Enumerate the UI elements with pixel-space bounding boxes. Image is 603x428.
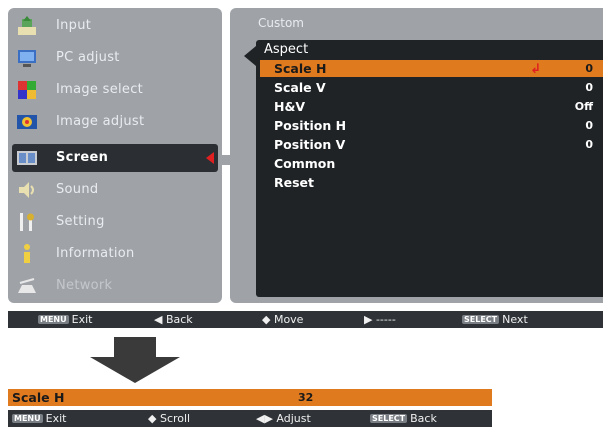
submenu-list: Aspect Scale H ↲ 0 Scale V 0 H&V Off Pos…	[244, 40, 603, 297]
menu-item-image-select[interactable]: Image select	[12, 76, 218, 104]
option-label: Position V	[274, 137, 346, 152]
adjust-label: Scale H	[12, 390, 65, 405]
menu-key-icon: MENU	[12, 414, 43, 423]
menu-item-label: Image select	[56, 82, 144, 97]
option-scale-v[interactable]: Scale V 0	[260, 79, 603, 96]
option-label: Position H	[274, 118, 347, 133]
menu-item-label: Information	[56, 246, 135, 261]
enter-arrow-icon: ↲	[530, 62, 541, 77]
option-h-and-v[interactable]: H&V Off	[260, 98, 603, 115]
information-icon	[24, 244, 30, 263]
projector-osd-menu: Input PC adjust Image select Image adjus…	[8, 8, 603, 328]
menu-item-image-adjust[interactable]: Image adjust	[12, 108, 218, 136]
sound-icon	[19, 182, 34, 198]
guide-exit: MENU Exit	[38, 313, 93, 326]
menu-item-label: Sound	[56, 182, 99, 197]
down-arrow-icon	[90, 337, 180, 383]
guide-next-arrow: ▶ -----	[364, 313, 396, 326]
menu-key-icon: MENU	[38, 315, 69, 324]
image-adjust-icon	[17, 115, 37, 129]
option-common[interactable]: Common	[260, 155, 603, 172]
submenu-title: Custom	[258, 16, 304, 30]
option-value: 0	[585, 81, 593, 94]
select-key-icon: SELECT	[462, 315, 500, 324]
menu-item-label: Network	[56, 278, 113, 293]
menu-item-label: PC adjust	[56, 50, 120, 65]
menu-item-sound[interactable]: Sound	[12, 176, 218, 204]
adjust-key-guide-bar: MENU Exit ◆ Scroll ◀▶ Adjust SELECT Back	[8, 410, 492, 427]
option-label: H&V	[274, 99, 306, 114]
menu-item-network[interactable]: Network	[12, 272, 218, 300]
network-icon	[18, 278, 36, 293]
option-reset[interactable]: Reset	[260, 174, 603, 191]
menu-item-label: Input	[56, 18, 92, 33]
menu-item-label: Image adjust	[56, 114, 145, 129]
submenu-panel: Custom Aspect Scale H ↲ 0 Scale V 0 H&V …	[230, 8, 603, 303]
selection-arrow-icon	[206, 152, 214, 164]
scale-h-adjust-bar[interactable]: Scale H 32	[8, 389, 492, 406]
menu-item-setting[interactable]: Setting	[12, 208, 218, 236]
option-label: Scale V	[274, 80, 326, 95]
guide-adjust: ◀▶ Adjust	[256, 412, 311, 425]
adjust-value: 32	[298, 391, 314, 404]
option-label: Common	[274, 156, 336, 171]
setting-icon	[20, 213, 34, 231]
option-position-h[interactable]: Position H 0	[260, 117, 603, 134]
guide-exit: MENU Exit	[12, 412, 67, 425]
option-value: 0	[585, 62, 593, 75]
tab-notch	[244, 46, 256, 66]
menu-item-input[interactable]: Input	[12, 12, 218, 40]
section-title: Aspect	[264, 42, 309, 57]
option-label: Reset	[274, 175, 314, 190]
menu-item-screen[interactable]: Screen	[12, 144, 218, 172]
menu-item-label: Screen	[56, 150, 109, 165]
guide-back: ◀ Back	[154, 313, 193, 326]
select-key-icon: SELECT	[370, 414, 408, 423]
guide-move: ◆ Move	[262, 313, 304, 326]
main-menu-sidebar: Input PC adjust Image select Image adjus…	[8, 8, 222, 303]
guide-scroll: ◆ Scroll	[148, 412, 191, 425]
option-position-v[interactable]: Position V 0	[260, 136, 603, 153]
option-value: 0	[585, 119, 593, 132]
key-guide-bar: MENU Exit ◀ Back ◆ Move ▶ ----- SELECT Nex…	[8, 311, 603, 328]
option-scale-h[interactable]: Scale H ↲ 0	[260, 60, 603, 77]
guide-back: SELECT Back	[370, 412, 437, 425]
option-label: Scale H	[274, 61, 327, 76]
image-select-icon	[18, 81, 36, 99]
menu-item-information[interactable]: Information	[12, 240, 218, 268]
screen-icon	[17, 151, 37, 165]
option-value: 0	[585, 138, 593, 151]
guide-next: SELECT Next	[462, 313, 528, 326]
option-value: Off	[574, 100, 593, 113]
pc-adjust-icon	[18, 50, 36, 67]
input-icon	[18, 16, 36, 35]
menu-item-label: Setting	[56, 214, 105, 229]
menu-item-pc-adjust[interactable]: PC adjust	[12, 44, 218, 72]
